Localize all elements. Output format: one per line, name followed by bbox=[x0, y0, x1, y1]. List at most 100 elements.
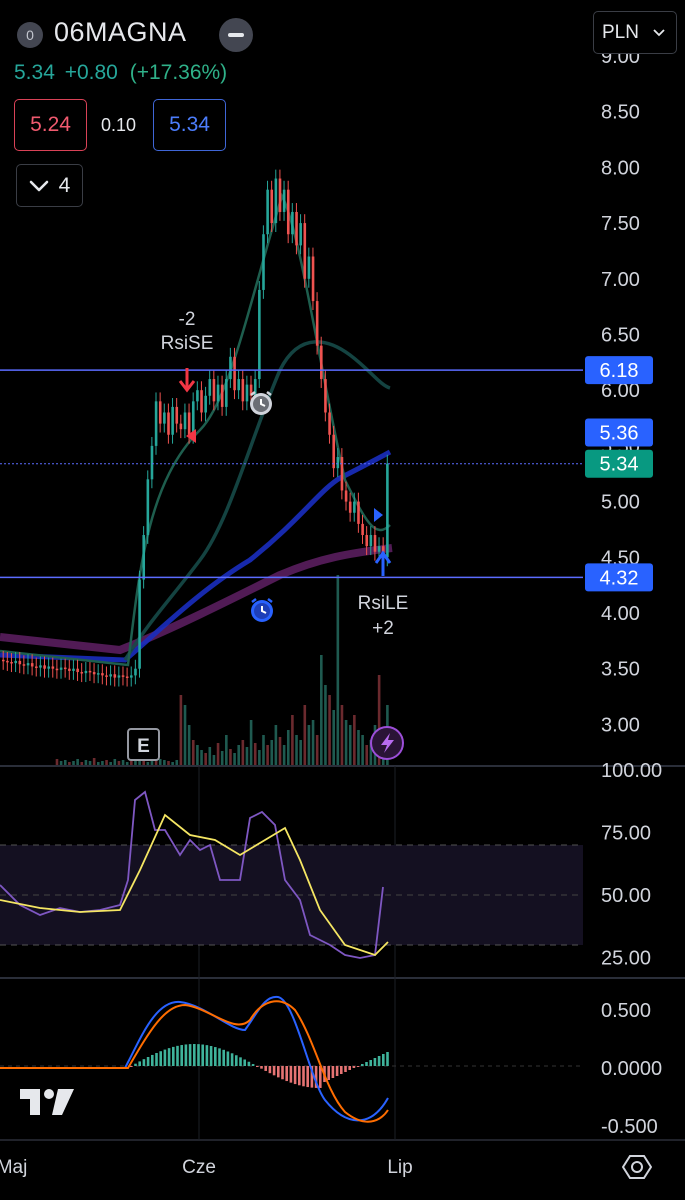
candle-body bbox=[51, 666, 55, 669]
volume-bar bbox=[245, 747, 249, 765]
sell-button[interactable]: 5.24 bbox=[14, 99, 87, 151]
macd-histogram-bar bbox=[239, 1057, 242, 1066]
long-signal[interactable]: RsiLE +2 bbox=[358, 508, 409, 639]
macd-histogram-bar bbox=[130, 1066, 133, 1067]
short-signal-qty: -2 bbox=[179, 309, 196, 330]
symbol-name[interactable]: 06MAGNA bbox=[54, 17, 187, 48]
volume-bar bbox=[274, 725, 278, 765]
candle-body bbox=[183, 412, 187, 430]
volume-bar bbox=[353, 715, 356, 765]
candle-body bbox=[245, 384, 249, 402]
candle-body bbox=[229, 356, 232, 380]
earnings-badge[interactable]: E bbox=[127, 728, 160, 761]
currency-select[interactable]: PLN bbox=[593, 11, 677, 54]
lightning-icon[interactable] bbox=[370, 726, 404, 760]
candle-body bbox=[208, 379, 212, 396]
macd-histogram-bar bbox=[197, 1044, 200, 1066]
macd-histogram-bar bbox=[226, 1051, 230, 1066]
rsi-axis-label: 100.00 bbox=[601, 760, 662, 782]
candle-body bbox=[270, 189, 274, 224]
candle-body bbox=[258, 289, 261, 380]
volume-bar bbox=[299, 740, 302, 765]
volume-bar bbox=[55, 759, 59, 765]
volume-bar bbox=[208, 747, 212, 765]
volume-bar bbox=[59, 761, 63, 765]
macd-histogram-bar bbox=[352, 1066, 356, 1068]
candle-body bbox=[274, 178, 278, 224]
rsi-axis[interactable]: 100.00 75.00 50.00 25.00 bbox=[601, 760, 662, 970]
macd-histogram-bar bbox=[235, 1055, 238, 1066]
time-axis[interactable]: Maj Cze Lip bbox=[0, 1157, 413, 1178]
macd-histogram-bar bbox=[369, 1060, 372, 1066]
volume-bar bbox=[167, 761, 170, 765]
volume-bar bbox=[328, 695, 331, 765]
volume-bar bbox=[361, 735, 364, 765]
candle-body bbox=[146, 479, 150, 536]
macd-axis[interactable]: 0.500 0.0000 -0.500 bbox=[601, 1000, 662, 1138]
volume-bar bbox=[146, 762, 150, 765]
volume-bar bbox=[262, 735, 265, 765]
currency-label: PLN bbox=[602, 21, 639, 43]
price-change: +0.80 bbox=[64, 61, 118, 84]
chevron-down-icon bbox=[29, 180, 48, 191]
volume-bar bbox=[130, 761, 133, 765]
volume-bar bbox=[253, 743, 257, 765]
rsi-axis-label: 75.00 bbox=[601, 823, 651, 845]
candle-body bbox=[10, 662, 13, 664]
candle-body bbox=[212, 379, 216, 402]
volume-bar bbox=[295, 735, 298, 765]
macd-histogram-bar bbox=[193, 1044, 196, 1066]
macd-histogram-bar bbox=[302, 1066, 305, 1087]
volume-bar bbox=[357, 730, 360, 765]
candle-body bbox=[167, 412, 170, 435]
chart-canvas[interactable]: -2 RsiSE RsiLE +2 E 9.008.508.007.507.00… bbox=[0, 0, 685, 1200]
candle-body bbox=[320, 345, 323, 380]
macd-histogram-bar bbox=[167, 1048, 171, 1066]
volume-bar bbox=[191, 740, 195, 765]
time-axis-label: Cze bbox=[182, 1157, 216, 1178]
volume-bar bbox=[109, 762, 112, 765]
price-axis-label: 6.50 bbox=[601, 325, 640, 347]
candle-body bbox=[22, 664, 26, 666]
rsi-axis-label: 50.00 bbox=[601, 885, 651, 907]
candle-body bbox=[299, 223, 302, 246]
horizontal-lines[interactable] bbox=[0, 369, 583, 579]
volume-bar bbox=[171, 762, 174, 765]
indicators-toggle[interactable]: 4 bbox=[16, 164, 83, 207]
volume-bar bbox=[88, 761, 92, 765]
indicators-count: 4 bbox=[58, 173, 71, 197]
macd-histogram-bar bbox=[327, 1066, 330, 1080]
macd-histogram-bar bbox=[260, 1066, 263, 1069]
candle-body bbox=[121, 675, 125, 677]
macd-axis-label: -0.500 bbox=[601, 1116, 658, 1138]
price-axis[interactable]: 9.008.508.007.507.006.506.005.505.004.50… bbox=[601, 46, 640, 736]
macd-histogram-bar bbox=[218, 1048, 221, 1066]
volume-bar bbox=[96, 762, 100, 765]
symbol-badge[interactable]: 0 bbox=[17, 22, 43, 48]
macd-histogram-bar bbox=[361, 1064, 364, 1066]
candle-body bbox=[266, 189, 269, 235]
candle-body bbox=[163, 412, 166, 424]
candle-body bbox=[386, 463, 389, 558]
time-axis-label: Lip bbox=[387, 1157, 412, 1178]
macd-histogram-bar bbox=[277, 1066, 280, 1078]
volume-bar bbox=[175, 760, 179, 765]
candle-body bbox=[315, 301, 319, 346]
macd-histogram-bar bbox=[264, 1066, 267, 1071]
candle-body bbox=[158, 401, 162, 424]
buy-button[interactable]: 5.34 bbox=[153, 99, 226, 151]
candle-body bbox=[18, 660, 22, 665]
volume-bar bbox=[266, 745, 269, 765]
volume-bar bbox=[365, 745, 369, 765]
macd-histogram-bar bbox=[209, 1045, 213, 1066]
alarm-icon[interactable] bbox=[251, 598, 273, 622]
macd-histogram-bar bbox=[348, 1066, 351, 1070]
candle-body bbox=[55, 668, 59, 671]
volume-bar bbox=[63, 760, 67, 765]
settings-icon[interactable] bbox=[622, 1152, 652, 1182]
short-arrow-icon bbox=[178, 368, 196, 393]
macd-histogram-bar bbox=[188, 1044, 192, 1066]
candle-body bbox=[303, 223, 307, 279]
candle-body bbox=[187, 412, 191, 435]
collapse-icon[interactable] bbox=[219, 18, 253, 52]
